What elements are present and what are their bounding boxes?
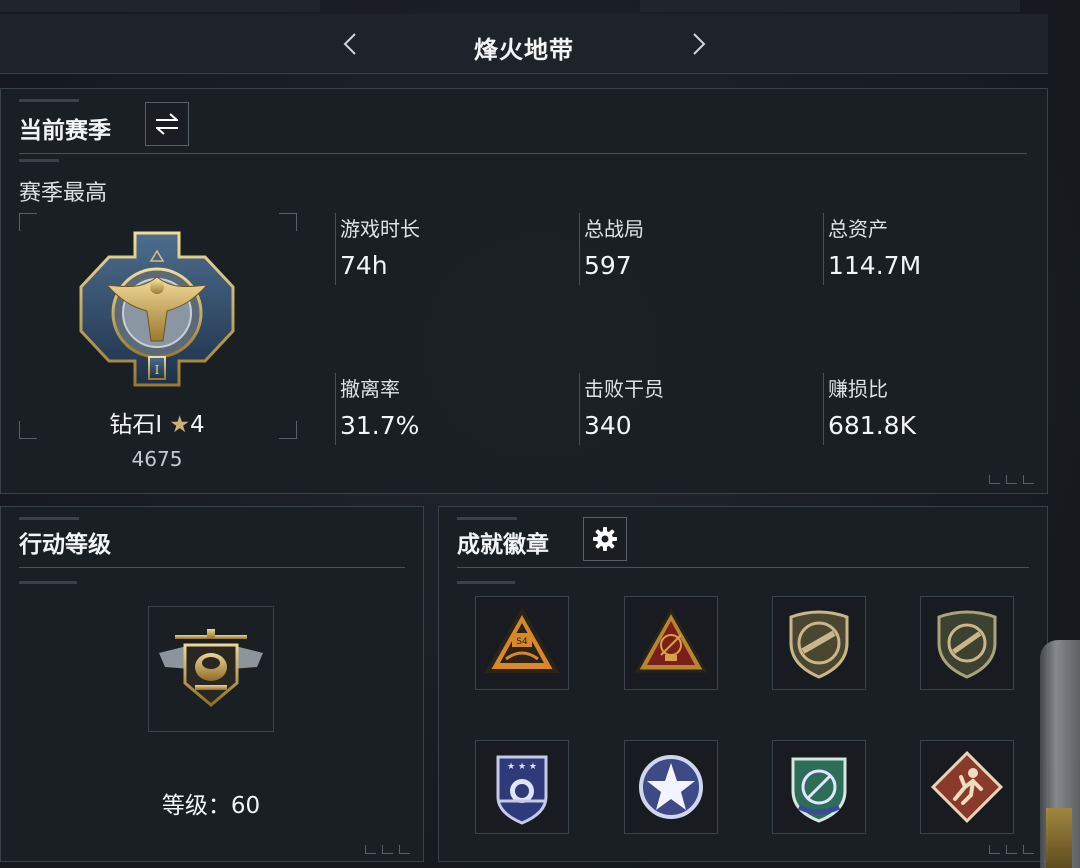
- panel-corner-marks: [989, 475, 1034, 484]
- panel-corner-marks: [989, 845, 1034, 854]
- rifle-circle-badge-icon[interactable]: [920, 596, 1014, 690]
- season-panel: 当前赛季 赛季最高 I 钻石I ★4 4675 游戏时长 74h 总战局 597…: [0, 88, 1048, 494]
- svg-text:★ ★ ★: ★ ★ ★: [507, 762, 537, 772]
- compass-shield-badge-icon[interactable]: [772, 740, 866, 834]
- diamond-eagle-emblem-icon: I: [79, 231, 235, 387]
- season-divider: [19, 153, 1027, 154]
- switch-season-button[interactable]: [145, 102, 189, 146]
- badge-settings-button[interactable]: [583, 517, 627, 561]
- s4-season-badge-icon[interactable]: S4: [475, 596, 569, 690]
- achievements-title: 成就徽章: [457, 532, 549, 558]
- panel-tag-decoration: [19, 517, 79, 520]
- panel-tag-decoration: [19, 99, 79, 102]
- rank-name: 钻石I ★4: [17, 405, 297, 439]
- divider-tag-decoration: [19, 581, 77, 584]
- rank-tier: 钻石I: [109, 412, 163, 438]
- stat-value: 31.7%: [340, 411, 420, 440]
- stat-label: 击败干员: [584, 377, 664, 401]
- stat-value: 74h: [340, 251, 388, 280]
- star-icon: ★: [169, 412, 191, 438]
- mode-switcher-header: 烽火地带: [0, 14, 1048, 74]
- frame-corner: [279, 213, 297, 231]
- operation-level-title: 行动等级: [19, 532, 111, 558]
- divider-tag-decoration: [457, 581, 515, 584]
- level-value: 等级：60: [161, 793, 261, 819]
- stat-value: 114.7M: [828, 251, 922, 280]
- mode-title: 烽火地带: [474, 36, 574, 64]
- stat-value: 597: [584, 251, 632, 280]
- stat-value: 681.8K: [828, 411, 916, 440]
- panel-corner-marks: [365, 845, 410, 854]
- achievements-divider: [457, 567, 1029, 568]
- character-figure-edge: [1040, 640, 1080, 868]
- stat-label: 赚损比: [828, 377, 888, 401]
- frame-corner: [19, 213, 37, 231]
- panel-tag-decoration: [457, 517, 517, 520]
- runner-diamond-badge-icon[interactable]: [920, 740, 1014, 834]
- chevron-right-icon: [693, 33, 706, 55]
- helicopter-emblem-icon: [159, 629, 263, 707]
- blue-shield-badge-icon[interactable]: ★ ★ ★: [475, 740, 569, 834]
- stat-label: 游戏时长: [340, 217, 420, 241]
- swap-arrows-icon: [156, 113, 178, 135]
- rifle-shield-badge-icon[interactable]: [772, 596, 866, 690]
- rank-stars: 4: [190, 412, 205, 438]
- background-tile: [640, 0, 1020, 12]
- season-title: 当前赛季: [19, 118, 111, 144]
- background-tile: [0, 0, 320, 12]
- stat-label: 总资产: [828, 217, 888, 241]
- rank-points: 4675: [131, 447, 183, 471]
- season-best-label: 赛季最高: [19, 181, 108, 206]
- next-mode-button[interactable]: [684, 24, 714, 64]
- divider-tag-decoration: [19, 159, 59, 162]
- svg-text:S4: S4: [516, 637, 528, 647]
- stat-value: 340: [584, 411, 632, 440]
- stat-label: 撤离率: [340, 377, 400, 401]
- level-emblem-frame: [148, 606, 274, 732]
- level-divider: [19, 567, 405, 568]
- svg-text:I: I: [155, 363, 160, 377]
- gear-icon: [593, 527, 617, 551]
- star-circle-badge-icon[interactable]: [624, 740, 718, 834]
- radar-triangle-badge-icon[interactable]: [624, 596, 718, 690]
- stat-label: 总战局: [584, 217, 644, 241]
